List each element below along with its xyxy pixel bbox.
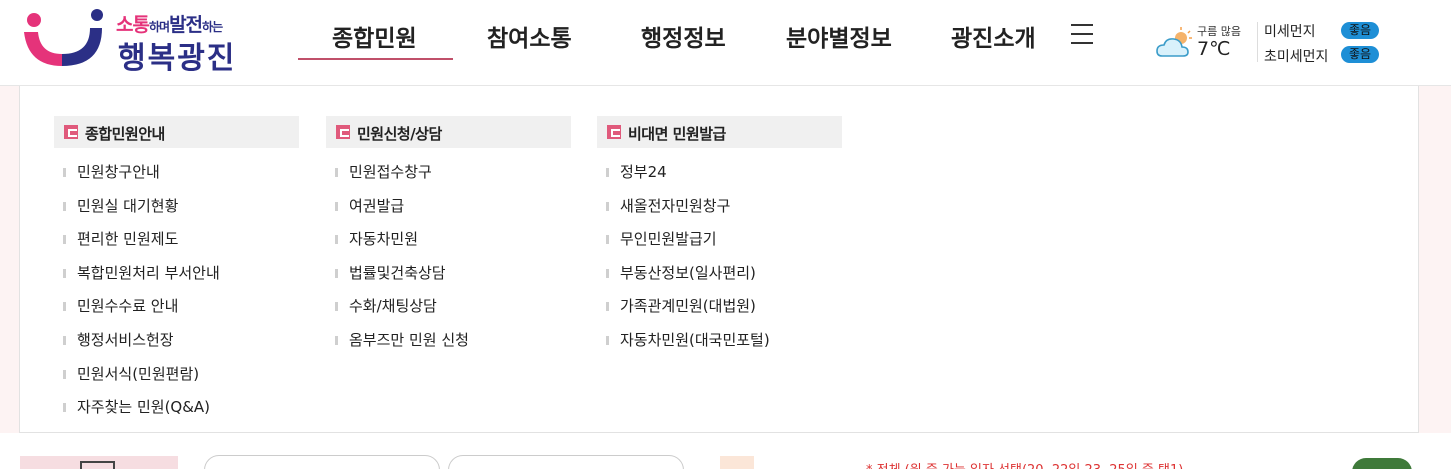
menu-item[interactable]: 민원실 대기현황 bbox=[54, 192, 299, 226]
bullet-icon bbox=[606, 201, 609, 211]
menu-item[interactable]: 민원접수창구 bbox=[326, 158, 571, 192]
notice-text: * 전체 (원 중 가능 일자 선택(20, 22일 23, 25일 중 택1) bbox=[866, 459, 1183, 469]
bullet-icon bbox=[63, 268, 66, 278]
bullet-icon bbox=[335, 268, 338, 278]
menu-item[interactable]: 수화/채팅상담 bbox=[326, 292, 571, 326]
nav-item-field-info[interactable]: 분야별정보 bbox=[786, 19, 892, 53]
menu-item[interactable]: 자동차민원 bbox=[326, 225, 571, 259]
site-header: 소통하며발전하는 행복광진 종합민원 참여소통 행정정보 분야별정보 광진소개 … bbox=[0, 0, 1451, 86]
banner-fragment bbox=[720, 456, 754, 469]
menu-item[interactable]: 편리한 민원제도 bbox=[54, 225, 299, 259]
menu-item[interactable]: 민원서식(민원편람) bbox=[54, 360, 299, 394]
menu-item[interactable]: 부동산정보(일사편리) bbox=[597, 259, 842, 293]
bullet-icon bbox=[606, 235, 609, 245]
weather-widget: 구름 많음 7℃ bbox=[1156, 22, 1256, 66]
bullet-icon bbox=[63, 302, 66, 312]
bullet-icon bbox=[335, 201, 338, 211]
menu-item[interactable]: 여권발급 bbox=[326, 192, 571, 226]
search-pill[interactable] bbox=[204, 455, 440, 469]
menu-column-header[interactable]: 종합민원안내 bbox=[54, 116, 299, 148]
menu-list: 정부24 새올전자민원창구 무인민원발급기 부동산정보(일사편리) 가족관계민원… bbox=[597, 158, 842, 360]
divider bbox=[1257, 22, 1258, 62]
section-g-icon bbox=[607, 125, 621, 139]
bullet-icon bbox=[63, 369, 66, 379]
fine-dust-status-badge: 좋음 bbox=[1341, 22, 1379, 39]
bullet-icon bbox=[606, 168, 609, 177]
section-g-icon bbox=[336, 125, 350, 139]
ultrafine-dust-label: 초미세먼지 bbox=[1264, 49, 1329, 65]
menu-item[interactable]: 정부24 bbox=[597, 158, 842, 192]
menu-item[interactable]: 가족관계민원(대법원) bbox=[597, 292, 842, 326]
menu-list: 민원창구안내 민원실 대기현황 편리한 민원제도 복합민원처리 부서안내 민원수… bbox=[54, 158, 299, 427]
bullet-icon bbox=[63, 335, 66, 345]
bullet-icon bbox=[63, 235, 66, 245]
banner-icon-fragment bbox=[80, 461, 115, 469]
menu-item[interactable]: 자주찾는 민원(Q&A) bbox=[54, 393, 299, 427]
bullet-icon bbox=[63, 201, 66, 211]
bullet-icon bbox=[335, 302, 338, 312]
menu-column-header[interactable]: 민원신청/상담 bbox=[326, 116, 571, 148]
menu-column-apply: 민원신청/상담 민원접수창구 여권발급 자동차민원 법률및건축상담 수화/채팅상… bbox=[326, 116, 571, 360]
menu-column-guide: 종합민원안내 민원창구안내 민원실 대기현황 편리한 민원제도 복합민원처리 부… bbox=[54, 116, 299, 427]
menu-item[interactable]: 무인민원발급기 bbox=[597, 225, 842, 259]
nav-item-about[interactable]: 광진소개 bbox=[951, 19, 1036, 53]
menu-column-header[interactable]: 비대면 민원발급 bbox=[597, 116, 842, 148]
nav-item-participation[interactable]: 참여소통 bbox=[487, 19, 572, 53]
ultrafine-dust-status-badge: 좋음 bbox=[1341, 46, 1379, 63]
bullet-icon bbox=[335, 235, 338, 245]
menu-column-title: 비대면 민원발급 bbox=[628, 125, 726, 143]
menu-item[interactable]: 민원수수료 안내 bbox=[54, 292, 299, 326]
site-logo[interactable]: 소통하며발전하는 행복광진 bbox=[18, 6, 234, 76]
bullet-icon bbox=[335, 168, 338, 177]
nav-item-administration[interactable]: 행정정보 bbox=[641, 19, 726, 53]
hamburger-menu-icon[interactable] bbox=[1071, 24, 1095, 46]
search-pill[interactable] bbox=[448, 455, 684, 469]
menu-column-title: 민원신청/상담 bbox=[357, 125, 442, 143]
bullet-icon bbox=[63, 403, 66, 413]
logo-name: 행복광진 bbox=[118, 41, 237, 76]
menu-item[interactable]: 새올전자민원창구 bbox=[597, 192, 842, 226]
weather-description: 구름 많음 bbox=[1197, 25, 1241, 38]
bullet-icon bbox=[606, 268, 609, 278]
logo-mark-icon bbox=[24, 9, 103, 66]
bullet-icon bbox=[63, 168, 66, 177]
bullet-icon bbox=[335, 335, 338, 345]
decoration-leaf-icon bbox=[1352, 458, 1412, 469]
fine-dust-label: 미세먼지 bbox=[1264, 24, 1316, 40]
menu-item[interactable]: 옴부즈만 민원 신청 bbox=[326, 326, 571, 360]
bullet-icon bbox=[606, 335, 609, 345]
menu-item[interactable]: 자동차민원(대국민포털) bbox=[597, 326, 842, 360]
menu-item[interactable]: 복합민원처리 부서안내 bbox=[54, 259, 299, 293]
nav-active-underline bbox=[298, 58, 453, 60]
mega-menu-dropdown: 종합민원안내 민원창구안내 민원실 대기현황 편리한 민원제도 복합민원처리 부… bbox=[19, 86, 1419, 433]
menu-item[interactable]: 행정서비스헌장 bbox=[54, 326, 299, 360]
cloud-sun-icon bbox=[1156, 27, 1192, 57]
weather-temperature: 7℃ bbox=[1197, 38, 1231, 60]
menu-item[interactable]: 민원창구안내 bbox=[54, 158, 299, 192]
menu-column-online: 비대면 민원발급 정부24 새올전자민원창구 무인민원발급기 부동산정보(일사편… bbox=[597, 116, 842, 360]
nav-item-civil-service[interactable]: 종합민원 bbox=[332, 19, 417, 53]
bullet-icon bbox=[606, 302, 609, 312]
section-g-icon bbox=[64, 125, 78, 139]
menu-list: 민원접수창구 여권발급 자동차민원 법률및건축상담 수화/채팅상담 옴부즈만 민… bbox=[326, 158, 571, 360]
menu-column-title: 종합민원안내 bbox=[85, 125, 165, 143]
menu-item[interactable]: 법률및건축상담 bbox=[326, 259, 571, 293]
